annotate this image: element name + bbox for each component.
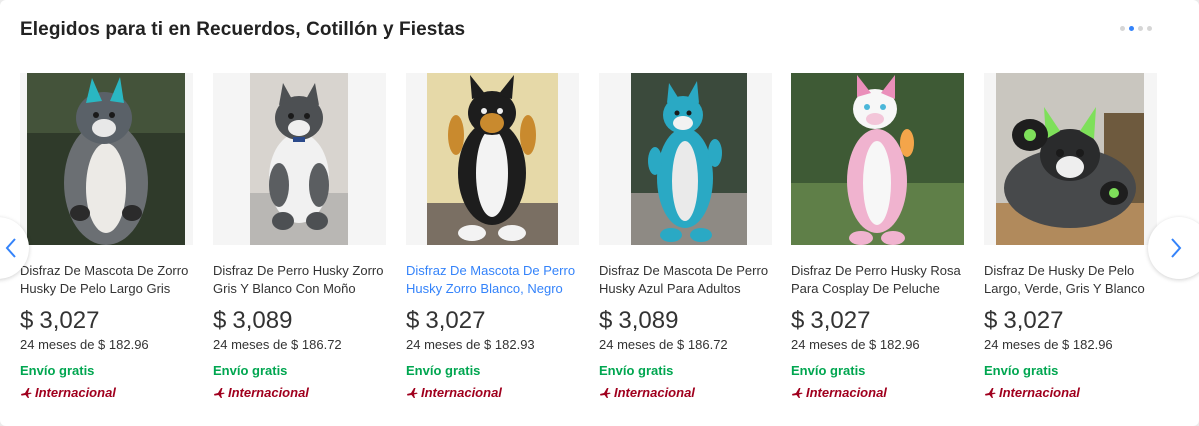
airplane-icon [792, 387, 803, 398]
international-label: Internacional [806, 385, 887, 400]
price-amount: 3,027 [39, 307, 100, 334]
currency-symbol: $ [791, 307, 805, 334]
international-label: Internacional [999, 385, 1080, 400]
product-image[interactable] [599, 73, 772, 245]
installments-text: 24 meses de $ 182.93 [406, 337, 535, 352]
currency-symbol: $ [213, 307, 227, 334]
price-amount: 3,089 [618, 307, 679, 334]
recommendations-panel: Elegidos para ti en Recuerdos, Cotillón … [0, 0, 1199, 426]
price-amount: 3,089 [232, 307, 293, 334]
product-image[interactable] [213, 73, 386, 245]
product-image[interactable] [791, 73, 964, 245]
pager-dot[interactable] [1120, 26, 1125, 31]
airplane-icon [21, 387, 32, 398]
product-image[interactable] [984, 73, 1157, 245]
price-amount: 3,027 [425, 307, 486, 334]
currency-symbol: $ [599, 307, 613, 334]
installments-text: 24 meses de $ 186.72 [213, 337, 342, 352]
international-badge: Internacional [406, 385, 502, 400]
pager-dot[interactable] [1147, 26, 1152, 31]
price-amount: 3,027 [1003, 307, 1064, 334]
installments-text: 24 meses de $ 182.96 [984, 337, 1113, 352]
international-badge: Internacional [791, 385, 887, 400]
international-label: Internacional [614, 385, 695, 400]
product-title[interactable]: Disfraz De Mascota De Perro Husky Zorro … [406, 262, 579, 298]
free-shipping-label: Envío gratis [984, 363, 1059, 378]
international-badge: Internacional [599, 385, 695, 400]
section-title: Elegidos para ti en Recuerdos, Cotillón … [20, 19, 466, 40]
chevron-left-icon [5, 238, 16, 258]
installments-text: 24 meses de $ 182.96 [791, 337, 920, 352]
product-image[interactable] [20, 73, 193, 245]
product-price: $3,027 [20, 307, 99, 335]
product-image[interactable] [406, 73, 579, 245]
product-price: $3,027 [791, 307, 870, 335]
international-label: Internacional [421, 385, 502, 400]
currency-symbol: $ [20, 307, 34, 334]
international-label: Internacional [228, 385, 309, 400]
installments-text: 24 meses de $ 182.96 [20, 337, 149, 352]
carousel-pager [1120, 26, 1152, 31]
pager-dot[interactable] [1138, 26, 1143, 31]
international-badge: Internacional [984, 385, 1080, 400]
price-amount: 3,027 [810, 307, 871, 334]
product-card[interactable]: Disfraz De Mascota De Perro Husky Zorro … [406, 73, 579, 403]
free-shipping-label: Envío gratis [20, 363, 95, 378]
international-badge: Internacional [213, 385, 309, 400]
product-card[interactable]: Disfraz De Mascota De Perro Husky Azul P… [599, 73, 772, 403]
currency-symbol: $ [406, 307, 420, 334]
airplane-icon [407, 387, 418, 398]
product-title[interactable]: Disfraz De Perro Husky Zorro Gris Y Blan… [213, 262, 386, 298]
international-badge: Internacional [20, 385, 116, 400]
pager-dot-active[interactable] [1129, 26, 1134, 31]
product-card[interactable]: Disfraz De Perro Husky Zorro Gris Y Blan… [213, 73, 386, 403]
product-card[interactable]: Disfraz De Perro Husky Rosa Para Cosplay… [791, 73, 964, 403]
airplane-icon [600, 387, 611, 398]
free-shipping-label: Envío gratis [213, 363, 288, 378]
product-title[interactable]: Disfraz De Mascota De Perro Husky Azul P… [599, 262, 772, 298]
product-card[interactable]: Disfraz De Mascota De Zorro Husky De Pel… [20, 73, 193, 403]
free-shipping-label: Envío gratis [791, 363, 866, 378]
free-shipping-label: Envío gratis [406, 363, 481, 378]
product-card[interactable]: Disfraz De Husky De Pelo Largo, Verde, G… [984, 73, 1157, 403]
product-price: $3,027 [406, 307, 485, 335]
chevron-right-icon [1171, 238, 1182, 258]
product-price: $3,027 [984, 307, 1063, 335]
international-label: Internacional [35, 385, 116, 400]
installments-text: 24 meses de $ 186.72 [599, 337, 728, 352]
product-price: $3,089 [599, 307, 678, 335]
product-price: $3,089 [213, 307, 292, 335]
product-title[interactable]: Disfraz De Mascota De Zorro Husky De Pel… [20, 262, 193, 298]
free-shipping-label: Envío gratis [599, 363, 674, 378]
product-title[interactable]: Disfraz De Perro Husky Rosa Para Cosplay… [791, 262, 964, 298]
airplane-icon [214, 387, 225, 398]
airplane-icon [985, 387, 996, 398]
product-title[interactable]: Disfraz De Husky De Pelo Largo, Verde, G… [984, 262, 1157, 298]
currency-symbol: $ [984, 307, 998, 334]
